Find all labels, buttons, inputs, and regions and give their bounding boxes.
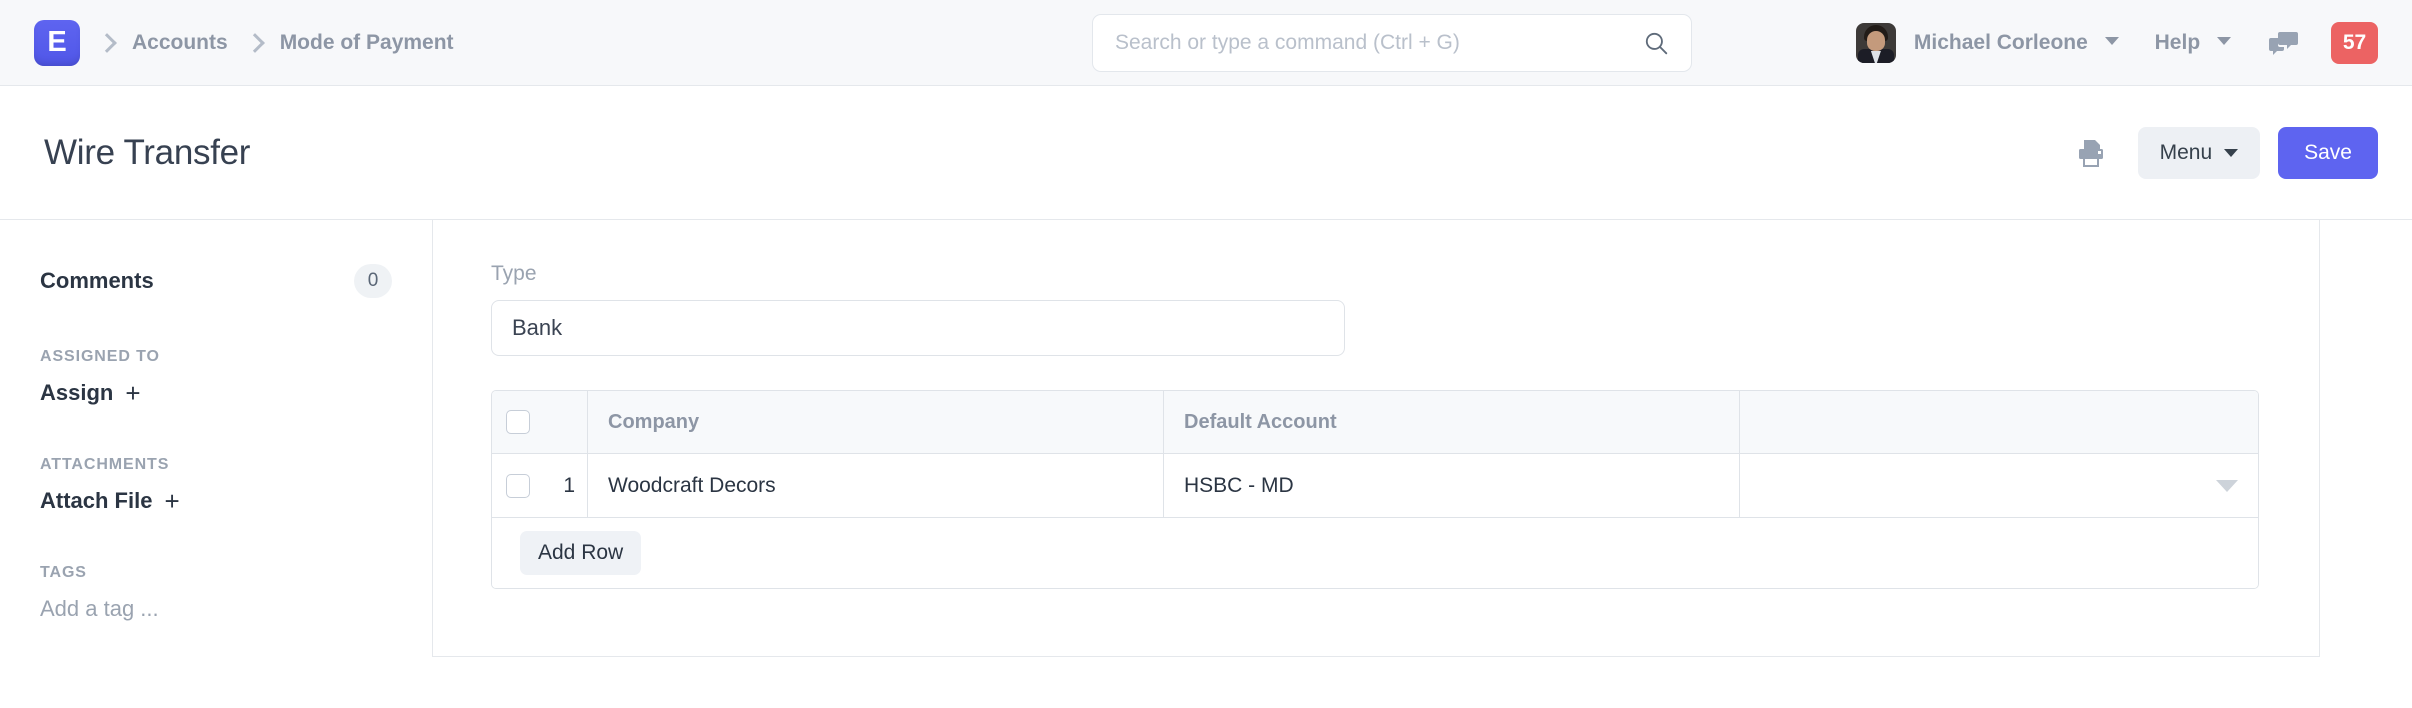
search-icon[interactable]	[1643, 30, 1669, 56]
row-checkbox[interactable]	[506, 474, 530, 498]
user-menu[interactable]: Michael Corleone	[1914, 31, 2119, 55]
sidebar-attachments: ATTACHMENTS Attach File +	[40, 456, 392, 514]
type-field-label: Type	[491, 262, 2261, 286]
help-menu[interactable]: Help	[2155, 31, 2231, 55]
assign-label: Assign	[40, 380, 113, 406]
tags-label: TAGS	[40, 564, 392, 582]
breadcrumb-item-accounts[interactable]: Accounts	[132, 31, 228, 55]
table-row[interactable]: 1 Woodcraft Decors HSBC - MD	[492, 454, 2258, 518]
chat-bubbles-icon[interactable]	[2269, 30, 2299, 56]
company-account-grid: Company Default Account 1 Woodcraft Deco…	[491, 390, 2259, 589]
search-box[interactable]	[1092, 14, 1692, 72]
index-header-cell	[544, 391, 588, 453]
attach-file-button[interactable]: Attach File +	[40, 488, 392, 514]
avatar[interactable]	[1856, 23, 1896, 63]
page-header-actions: Menu Save	[2076, 86, 2378, 220]
app-logo[interactable]: E	[34, 20, 80, 66]
comments-label: Comments	[40, 268, 154, 294]
chevron-down-icon	[2105, 37, 2119, 45]
printer-icon[interactable]	[2076, 139, 2106, 167]
assign-button[interactable]: Assign +	[40, 380, 392, 406]
row-actions-cell	[1740, 454, 2258, 517]
add-row-button[interactable]: Add Row	[520, 531, 641, 575]
save-button[interactable]: Save	[2278, 127, 2378, 179]
type-input[interactable]	[491, 300, 1345, 356]
attach-file-label: Attach File	[40, 488, 152, 514]
column-header-default-account[interactable]: Default Account	[1164, 391, 1740, 453]
breadcrumb: E Accounts Mode of Payment	[34, 20, 454, 66]
search-input[interactable]	[1115, 31, 1643, 55]
add-tag-input[interactable]: Add a tag ...	[40, 596, 392, 622]
notification-badge[interactable]: 57	[2331, 22, 2378, 64]
row-select-cell	[492, 454, 544, 517]
sidebar-comments[interactable]: Comments 0	[40, 264, 392, 298]
page-title: Wire Transfer	[44, 133, 250, 173]
chevron-right-icon	[96, 33, 116, 53]
form-card: Type Company Default Account 1	[432, 220, 2320, 657]
menu-button-label: Menu	[2160, 141, 2213, 165]
row-expand-chevron-down-icon[interactable]	[2216, 480, 2238, 492]
grid-header-row: Company Default Account	[492, 391, 2258, 454]
user-name-label: Michael Corleone	[1914, 31, 2088, 54]
sidebar-assigned-to: ASSIGNED TO Assign +	[40, 348, 392, 406]
column-header-company[interactable]: Company	[588, 391, 1164, 453]
help-label: Help	[2155, 31, 2201, 54]
plus-icon: +	[164, 488, 179, 514]
plus-icon: +	[125, 380, 140, 406]
chevron-down-icon	[2217, 37, 2231, 45]
comments-count: 0	[354, 264, 392, 298]
sidebar: Comments 0 ASSIGNED TO Assign + ATTACHME…	[0, 220, 432, 708]
menu-button[interactable]: Menu	[2138, 127, 2261, 179]
cell-company[interactable]: Woodcraft Decors	[588, 454, 1164, 517]
breadcrumb-item-mode-of-payment[interactable]: Mode of Payment	[280, 31, 454, 55]
global-search	[1092, 14, 1692, 72]
column-header-actions	[1740, 391, 2258, 453]
cell-default-account[interactable]: HSBC - MD	[1164, 454, 1740, 517]
sidebar-tags: TAGS Add a tag ...	[40, 564, 392, 622]
attachments-label: ATTACHMENTS	[40, 456, 392, 474]
grid-footer: Add Row	[492, 518, 2258, 588]
chevron-down-icon	[2224, 149, 2238, 157]
page-header: Wire Transfer Menu Save	[0, 86, 2412, 220]
navbar-right: Michael Corleone Help 57	[1856, 0, 2378, 86]
top-navbar: E Accounts Mode of Payment Michael Corle…	[0, 0, 2412, 86]
page-body: Comments 0 ASSIGNED TO Assign + ATTACHME…	[0, 220, 2412, 708]
assigned-to-label: ASSIGNED TO	[40, 348, 392, 366]
row-index: 1	[544, 454, 588, 517]
main-content: Type Company Default Account 1	[432, 220, 2412, 708]
select-all-checkbox[interactable]	[506, 410, 530, 434]
chevron-right-icon	[244, 33, 264, 53]
select-all-cell	[492, 391, 544, 453]
